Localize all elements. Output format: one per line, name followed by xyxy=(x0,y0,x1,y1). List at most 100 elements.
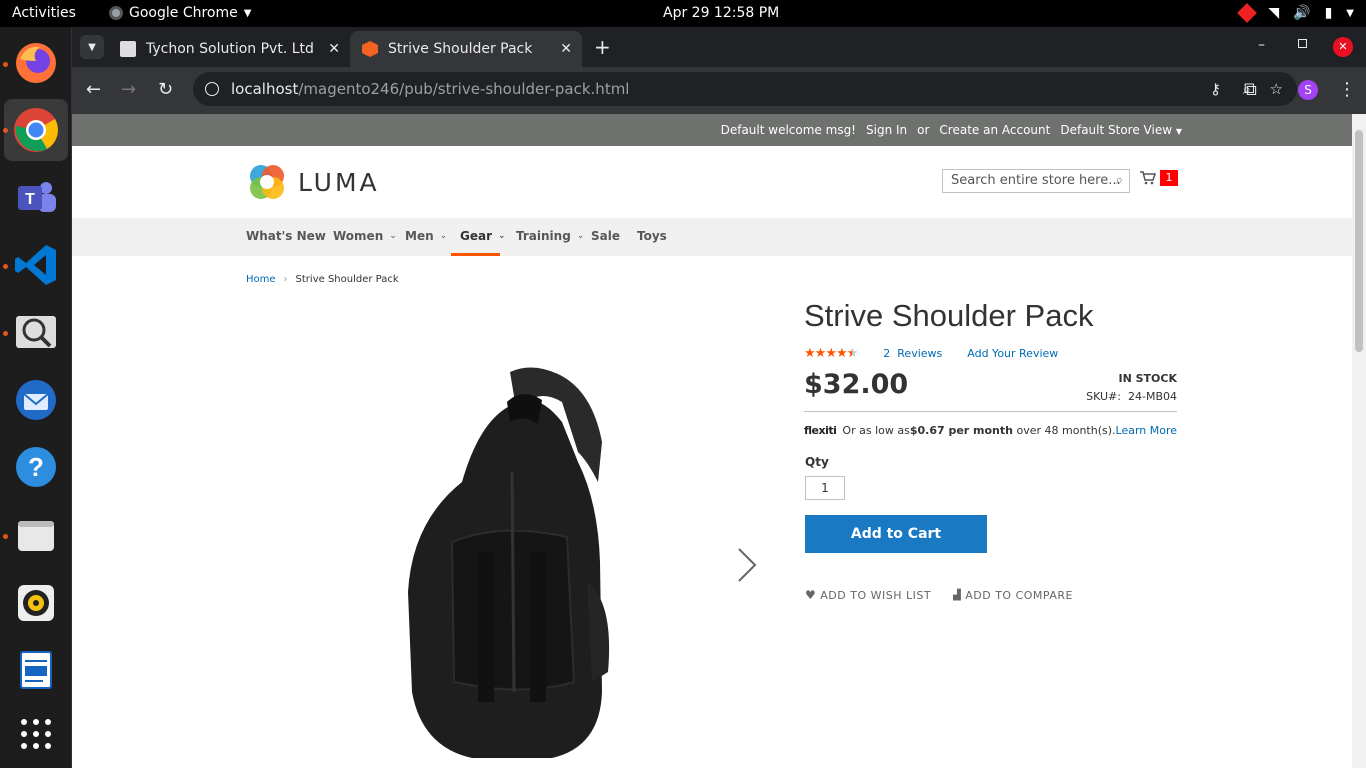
qty-input[interactable]: 1 xyxy=(805,476,845,500)
product-sku: SKU#: 24-MB04 xyxy=(1086,390,1177,403)
battery-icon[interactable]: ▮ xyxy=(1325,5,1333,21)
new-tab-button[interactable]: + xyxy=(594,35,611,59)
star-icon: ★ xyxy=(835,346,848,361)
star-icon: ★ xyxy=(814,346,827,361)
system-tray[interactable]: ◥ 🔊 ▮ ▼ xyxy=(1237,3,1354,23)
divider xyxy=(804,411,1177,412)
chevron-down-icon: ⌄ xyxy=(498,231,506,241)
luma-logo-icon xyxy=(250,165,284,199)
tab-search-button[interactable]: ▼ xyxy=(80,35,104,59)
web-page: Default welcome msg! Sign In or Create a… xyxy=(72,114,1352,768)
nav-men[interactable]: Men ⌄ xyxy=(405,229,447,243)
back-icon[interactable]: ← xyxy=(86,79,101,100)
flexiti-text: Or as low as$0.67 per month over 48 mont… xyxy=(842,424,1177,437)
nav-gear[interactable]: Gear ⌄ xyxy=(460,229,506,243)
cart-count-badge: 1 xyxy=(1160,170,1178,186)
nav-label: Gear xyxy=(460,229,493,243)
nav-whats-new[interactable]: What's New xyxy=(246,229,326,243)
chevron-down-icon: ⌄ xyxy=(576,231,585,241)
sku-value: 24-MB04 xyxy=(1127,390,1177,403)
ubuntu-pro-icon[interactable] xyxy=(1237,3,1258,23)
help-icon[interactable]: ? xyxy=(4,436,68,498)
rhythmbox-icon[interactable] xyxy=(4,572,68,634)
wifi-icon[interactable]: ◥ xyxy=(1268,5,1279,21)
chevron-down-icon: ▼ xyxy=(1175,127,1182,136)
nav-label: Toys xyxy=(637,229,667,243)
add-to-cart-button[interactable]: Add to Cart xyxy=(805,515,987,553)
learn-more-link[interactable]: Learn More xyxy=(1116,424,1178,437)
search-icon[interactable]: ⌕ xyxy=(1116,173,1123,188)
sku-label: SKU#: xyxy=(1086,390,1121,403)
minimize-button[interactable]: – xyxy=(1258,37,1265,53)
tab-tychon[interactable]: Tychon Solution Pvt. Ltd ✕ xyxy=(108,31,350,67)
site-info-icon[interactable] xyxy=(205,82,219,96)
writer-icon[interactable] xyxy=(4,639,68,701)
flexiti-logo: flexiti xyxy=(804,424,837,437)
search-placeholder: Search entire store here... xyxy=(951,173,1121,188)
app-menu[interactable]: Google Chrome ▼ xyxy=(109,5,251,21)
extensions-icon[interactable]: ⧉ xyxy=(1244,79,1257,100)
gallery-next-arrow[interactable] xyxy=(736,546,758,588)
show-apps-icon[interactable] xyxy=(4,703,68,765)
browser-toolbar: ← → ↻ localhost/magento246/pub/strive-sh… xyxy=(72,67,1366,114)
close-tab-icon[interactable]: ✕ xyxy=(328,41,340,57)
volume-icon[interactable]: 🔊 xyxy=(1293,5,1310,21)
activities-button[interactable]: Activities xyxy=(12,5,76,21)
add-review-link[interactable]: Add Your Review xyxy=(967,347,1058,360)
search-input[interactable]: Search entire store here... ⌕ xyxy=(942,169,1130,193)
product-gallery[interactable] xyxy=(402,362,622,766)
product-price: $32.00 xyxy=(804,369,909,400)
nav-sale[interactable]: Sale xyxy=(591,229,620,243)
breadcrumb: Home › Strive Shoulder Pack xyxy=(246,274,399,285)
flexiti-prefix: Or as low as xyxy=(842,424,910,437)
url-path: /magento246/pub/strive-shoulder-pack.htm… xyxy=(298,80,630,98)
flexiti-financing: flexiti Or as low as$0.67 per month over… xyxy=(804,424,1177,437)
nav-toys[interactable]: Toys xyxy=(637,229,667,243)
create-account-link[interactable]: Create an Account xyxy=(939,123,1050,137)
tab-title: Tychon Solution Pvt. Ltd xyxy=(146,41,314,57)
tab-strive-shoulder-pack[interactable]: Strive Shoulder Pack ✕ xyxy=(350,31,582,67)
firefox-icon[interactable] xyxy=(4,32,68,94)
minicart[interactable]: 1 xyxy=(1140,170,1178,186)
files-icon[interactable] xyxy=(4,504,68,566)
luma-logo[interactable]: LUMA xyxy=(248,163,380,201)
clock[interactable]: Apr 29 12:58 PM xyxy=(663,5,779,21)
sign-in-link[interactable]: Sign In xyxy=(866,123,907,137)
chrome-icon[interactable] xyxy=(4,99,68,161)
breadcrumb-home[interactable]: Home xyxy=(246,274,276,285)
scrollbar-thumb[interactable] xyxy=(1355,130,1363,352)
flexiti-suffix: over 48 month(s). xyxy=(1016,424,1116,437)
svg-text:T: T xyxy=(25,191,35,208)
thunderbird-icon[interactable] xyxy=(4,369,68,431)
teams-icon[interactable]: T xyxy=(4,167,68,229)
nav-women[interactable]: Women ⌄ xyxy=(333,229,397,243)
close-window-button[interactable]: ✕ xyxy=(1333,37,1353,57)
power-menu-icon[interactable]: ▼ xyxy=(1346,8,1354,19)
reviews-link[interactable]: 2 Reviews xyxy=(883,347,942,360)
maximize-button[interactable] xyxy=(1298,39,1307,48)
reload-icon[interactable]: ↻ xyxy=(158,79,173,100)
product-title: Strive Shoulder Pack xyxy=(804,298,1094,333)
image-viewer-icon[interactable] xyxy=(4,301,68,363)
address-bar[interactable]: localhost/magento246/pub/strive-shoulder… xyxy=(193,72,1297,106)
store-switcher[interactable]: Default Store View ▼ xyxy=(1060,123,1182,137)
store-view-label: Default Store View xyxy=(1060,123,1173,137)
add-to-wishlist-link[interactable]: ♥ ADD TO WISH LIST xyxy=(805,588,931,602)
menu-kebab-icon[interactable]: ⋮ xyxy=(1338,79,1356,100)
close-tab-icon[interactable]: ✕ xyxy=(560,41,572,57)
reviews-label: Reviews xyxy=(897,347,943,360)
profile-avatar[interactable]: S xyxy=(1298,80,1318,100)
bookmark-star-icon[interactable]: ☆ xyxy=(1270,80,1283,98)
password-key-icon[interactable]: ⚷ xyxy=(1210,80,1221,98)
vscode-icon[interactable] xyxy=(4,234,68,296)
nav-training[interactable]: Training ⌄ xyxy=(516,229,584,243)
product-image[interactable] xyxy=(402,362,622,762)
cart-icon xyxy=(1140,171,1156,185)
tychon-favicon xyxy=(120,41,136,57)
star-icon: ★ xyxy=(846,346,859,361)
breadcrumb-current: Strive Shoulder Pack xyxy=(295,274,399,285)
forward-icon[interactable]: → xyxy=(121,79,136,100)
nav-label: Women xyxy=(333,229,384,243)
page-scrollbar[interactable] xyxy=(1352,114,1366,768)
add-to-compare-link[interactable]: ▟ ADD TO COMPARE xyxy=(953,588,1073,602)
